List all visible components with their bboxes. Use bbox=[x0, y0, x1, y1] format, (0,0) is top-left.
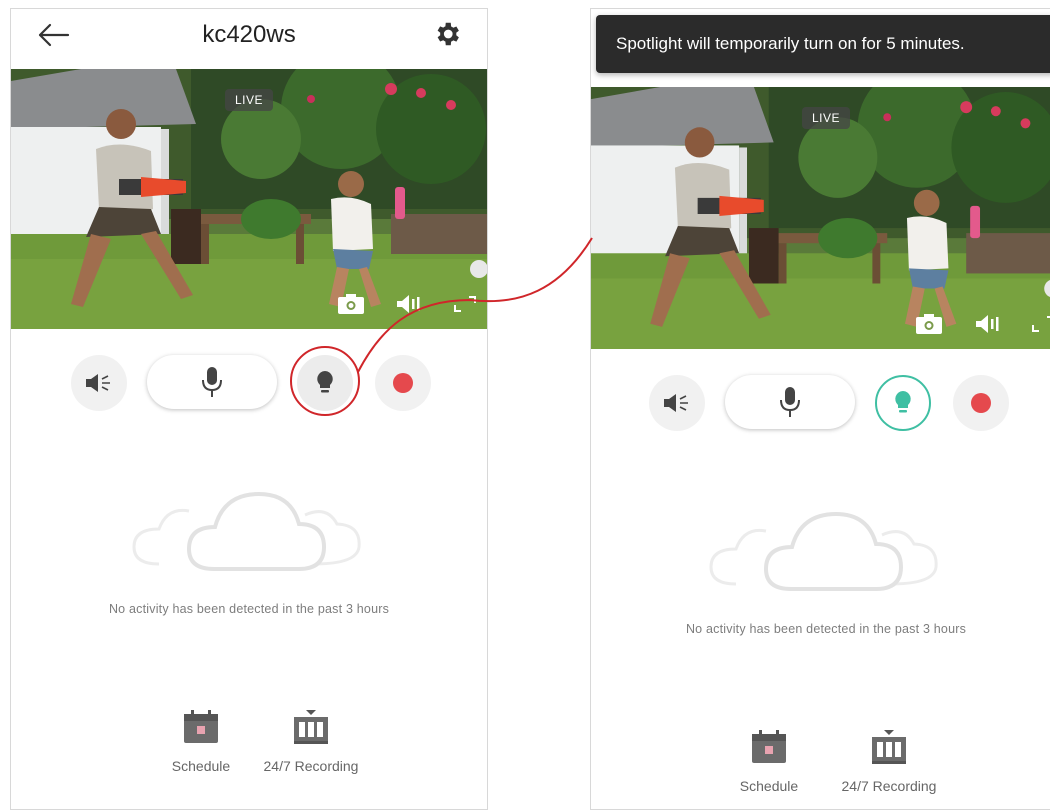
camera-icon[interactable] bbox=[915, 313, 943, 335]
page-title: kc420ws bbox=[202, 21, 296, 48]
empty-message: No activity has been detected in the pas… bbox=[108, 602, 390, 616]
recording-label: 24/7 Recording bbox=[841, 778, 937, 794]
schedule-label: Schedule bbox=[171, 758, 231, 774]
recording-button[interactable]: 24/7 Recording bbox=[829, 729, 949, 794]
record-icon bbox=[971, 393, 991, 413]
fullscreen-icon[interactable] bbox=[451, 293, 479, 315]
live-badge: LIVE bbox=[224, 89, 274, 111]
calendar-icon bbox=[752, 730, 786, 763]
empty-state: No activity has been detected in the pas… bbox=[11, 479, 487, 616]
schedule-label: Schedule bbox=[739, 778, 799, 794]
cloud-icon bbox=[132, 491, 361, 571]
fullscreen-icon[interactable] bbox=[1029, 313, 1050, 335]
talk-button[interactable] bbox=[147, 355, 277, 409]
lightbulb-icon bbox=[895, 391, 911, 413]
spotlight-button[interactable] bbox=[875, 375, 931, 431]
calendar-icon bbox=[184, 710, 218, 743]
camera-icon[interactable] bbox=[337, 293, 365, 315]
lightbulb-icon bbox=[317, 371, 333, 393]
control-row bbox=[591, 375, 1050, 435]
gear-icon[interactable] bbox=[432, 19, 462, 49]
speaker-button[interactable] bbox=[71, 355, 127, 411]
live-video[interactable]: LIVE bbox=[591, 87, 1050, 349]
empty-message: No activity has been detected in the pas… bbox=[685, 622, 967, 636]
speaker-button[interactable] bbox=[649, 375, 705, 431]
recording-icon bbox=[294, 710, 328, 744]
schedule-button[interactable]: Schedule bbox=[719, 729, 819, 794]
recording-icon bbox=[872, 730, 906, 764]
record-icon bbox=[393, 373, 413, 393]
control-row bbox=[11, 355, 487, 415]
talk-button[interactable] bbox=[725, 375, 855, 429]
recording-label: 24/7 Recording bbox=[263, 758, 359, 774]
live-video[interactable]: LIVE bbox=[11, 69, 487, 329]
spotlight-button[interactable] bbox=[297, 355, 353, 411]
volume-icon[interactable] bbox=[973, 313, 1001, 335]
speaker-icon bbox=[664, 394, 688, 412]
schedule-button[interactable]: Schedule bbox=[151, 709, 251, 774]
volume-icon[interactable] bbox=[394, 293, 422, 315]
right-screen: kc420ws LIVE bbox=[590, 8, 1050, 810]
empty-state: No activity has been detected in the pas… bbox=[591, 499, 1050, 636]
left-screen: kc420ws LIVE No activity has been detect… bbox=[10, 8, 488, 810]
toast-notification: Spotlight will temporarily turn on for 5… bbox=[596, 15, 1050, 73]
record-button[interactable] bbox=[375, 355, 431, 411]
live-badge: LIVE bbox=[801, 107, 851, 129]
cloud-icon bbox=[709, 511, 938, 591]
recording-button[interactable]: 24/7 Recording bbox=[251, 709, 371, 774]
microphone-icon bbox=[780, 387, 800, 417]
record-button[interactable] bbox=[953, 375, 1009, 431]
speaker-icon bbox=[86, 374, 110, 392]
microphone-icon bbox=[202, 367, 222, 397]
header: kc420ws bbox=[11, 9, 487, 67]
